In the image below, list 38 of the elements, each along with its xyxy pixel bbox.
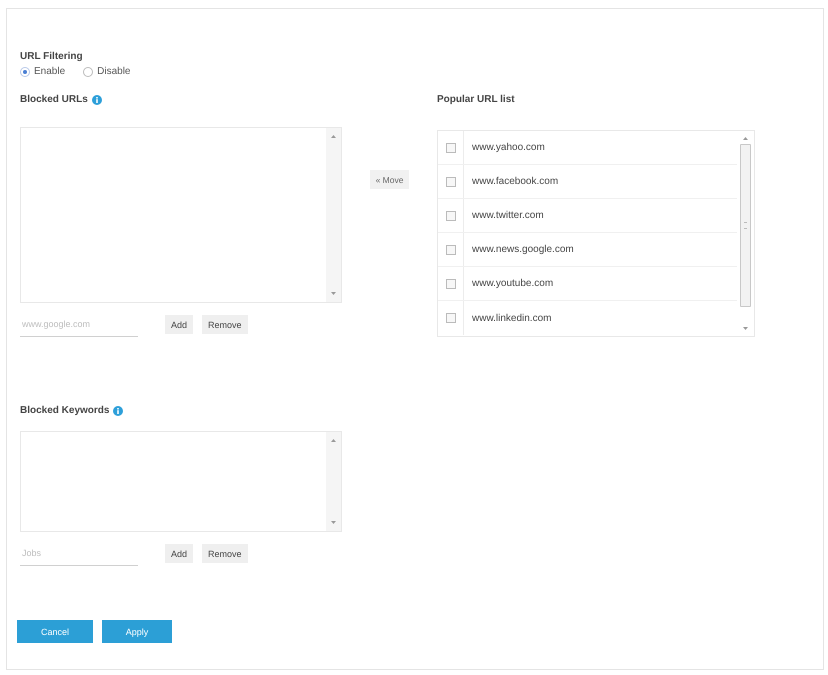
scroll-up-arrow-icon[interactable]	[743, 137, 748, 140]
blocked-keywords-field[interactable]	[20, 431, 342, 532]
scroll-down-arrow-icon[interactable]	[331, 521, 336, 524]
scroll-up-arrow-icon[interactable]	[331, 135, 336, 138]
info-icon[interactable]	[92, 95, 102, 105]
checkbox[interactable]	[446, 313, 456, 323]
url-option-label[interactable]: www.news.google.com	[472, 244, 574, 255]
scroll-up-arrow-icon[interactable]	[331, 439, 336, 442]
section-heading: Popular URL list	[437, 93, 515, 107]
add-button[interactable]: Add	[165, 544, 194, 563]
url-option-label[interactable]: www.yahoo.com	[472, 142, 545, 153]
radio-label[interactable]: Disable	[97, 65, 130, 79]
radio-button[interactable]	[20, 67, 30, 77]
scroll-down-arrow-icon[interactable]	[331, 292, 336, 295]
scrollbar[interactable]	[326, 128, 341, 302]
info-icon[interactable]	[113, 406, 124, 416]
radio-label[interactable]: Enable	[34, 65, 66, 79]
url-option-label[interactable]: www.facebook.com	[472, 176, 558, 187]
section-heading: Blocked Keywords	[20, 404, 110, 418]
add-button[interactable]: Add	[165, 315, 194, 334]
scrollbar[interactable]	[326, 432, 341, 531]
blocked-urls-field[interactable]	[20, 127, 342, 303]
remove-button[interactable]: Remove	[202, 315, 248, 334]
section-title: URL Filtering	[20, 50, 83, 64]
radio-button[interactable]	[83, 67, 94, 77]
checkbox[interactable]	[446, 210, 456, 220]
section-heading: Blocked URLs	[20, 93, 88, 107]
url-option-label[interactable]: www.linkedin.com	[472, 312, 552, 324]
scrollbar-thumb[interactable]	[740, 144, 751, 307]
scroll-down-arrow-icon[interactable]	[743, 327, 748, 330]
checkbox[interactable]	[446, 176, 456, 186]
checkbox[interactable]	[446, 278, 456, 288]
remove-button[interactable]: Remove	[202, 544, 248, 563]
url-option-label[interactable]: www.youtube.com	[472, 278, 554, 289]
checkbox[interactable]	[446, 244, 456, 254]
move-button[interactable]: « Move	[370, 170, 410, 189]
url-option-label[interactable]: www.twitter.com	[472, 210, 544, 221]
checkbox[interactable]	[446, 142, 456, 152]
